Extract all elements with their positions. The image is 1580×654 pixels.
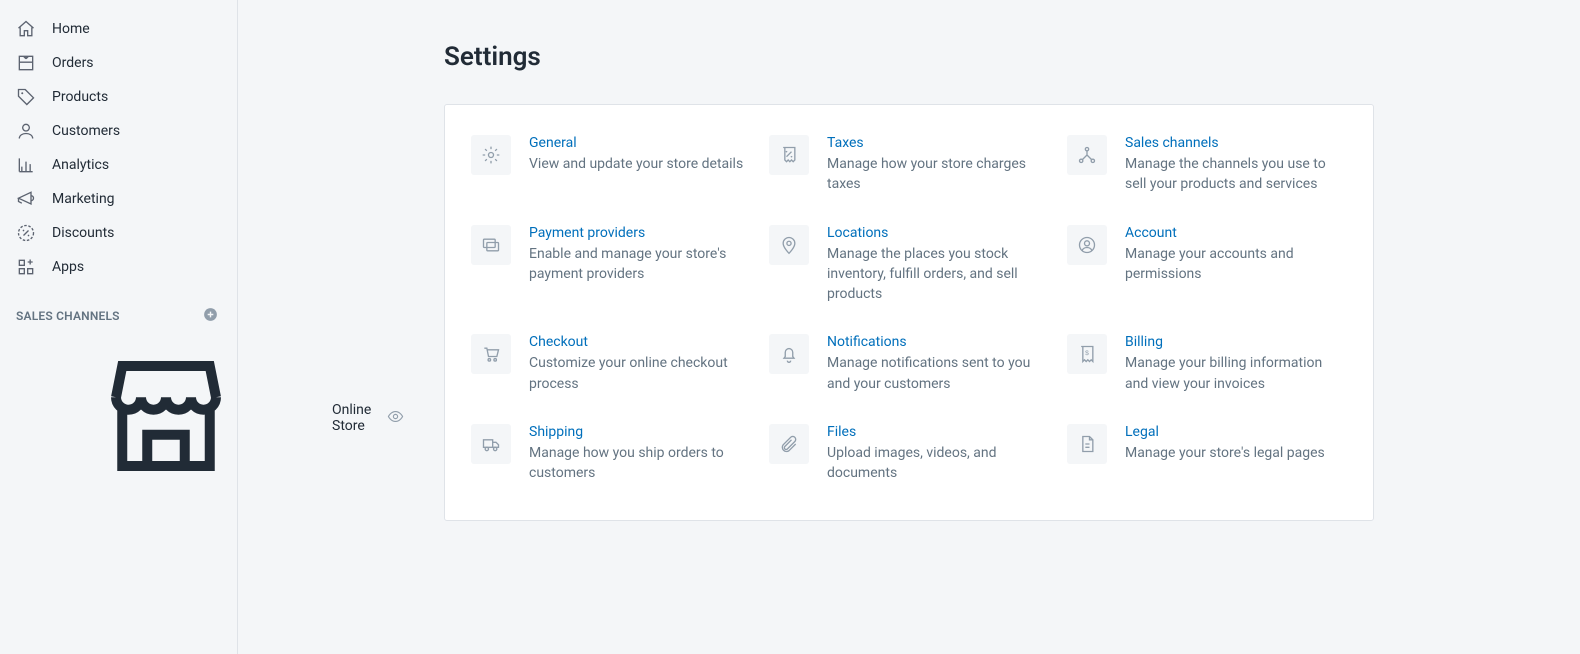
- shipping-icon: [471, 424, 511, 464]
- tile-desc: Upload images, videos, and documents: [827, 443, 1049, 484]
- sidebar-item-label: Home: [52, 21, 90, 37]
- sales-channels-header: SALES CHANNELS: [0, 284, 237, 334]
- add-channel-icon[interactable]: [202, 306, 219, 326]
- checkout-icon: [471, 334, 511, 374]
- taxes-icon: [769, 135, 809, 175]
- tile-desc: Manage the channels you use to sell your…: [1125, 154, 1347, 195]
- sidebar-item-marketing[interactable]: Marketing: [0, 182, 237, 216]
- sidebar-item-label: Orders: [52, 55, 94, 71]
- tile-locations[interactable]: Locations Manage the places you stock in…: [769, 225, 1049, 305]
- legal-icon: [1067, 424, 1107, 464]
- tile-desc: Manage how you ship orders to customers: [529, 443, 751, 484]
- tile-title: Billing: [1125, 334, 1347, 350]
- tile-taxes[interactable]: Taxes Manage how your store charges taxe…: [769, 135, 1049, 195]
- main: Settings General View and update your st…: [238, 0, 1580, 654]
- sidebar-item-label: Products: [52, 89, 108, 105]
- tile-desc: Manage the places you stock inventory, f…: [827, 244, 1049, 305]
- apps-icon: [16, 257, 36, 277]
- tile-sales-channels[interactable]: Sales channels Manage the channels you u…: [1067, 135, 1347, 195]
- tile-general[interactable]: General View and update your store detai…: [471, 135, 751, 195]
- sidebar-item-label: Customers: [52, 123, 120, 139]
- customers-icon: [16, 121, 36, 141]
- tile-desc: Enable and manage your store's payment p…: [529, 244, 751, 285]
- sidebar-item-apps[interactable]: Apps: [0, 250, 237, 284]
- sidebar-item-online-store[interactable]: Online Store: [0, 334, 237, 502]
- tile-desc: Manage your store's legal pages: [1125, 443, 1325, 463]
- files-icon: [769, 424, 809, 464]
- tile-payment-providers[interactable]: Payment providers Enable and manage your…: [471, 225, 751, 305]
- sidebar-item-discounts[interactable]: Discounts: [0, 216, 237, 250]
- sidebar-item-label: Marketing: [52, 191, 115, 207]
- sidebar: Home Orders Products Customers Analytics…: [0, 0, 238, 654]
- tile-desc: Customize your online checkout process: [529, 353, 751, 394]
- tile-legal[interactable]: Legal Manage your store's legal pages: [1067, 424, 1347, 484]
- tile-notifications[interactable]: Notifications Manage notifications sent …: [769, 334, 1049, 394]
- tile-title: Checkout: [529, 334, 751, 350]
- tile-files[interactable]: Files Upload images, videos, and documen…: [769, 424, 1049, 484]
- home-icon: [16, 19, 36, 39]
- account-icon: [1067, 225, 1107, 265]
- sidebar-item-home[interactable]: Home: [0, 12, 237, 46]
- sales-channels-label: SALES CHANNELS: [16, 309, 120, 323]
- tile-shipping[interactable]: Shipping Manage how you ship orders to c…: [471, 424, 751, 484]
- tile-title: General: [529, 135, 743, 151]
- marketing-icon: [16, 189, 36, 209]
- tile-title: Locations: [827, 225, 1049, 241]
- sidebar-item-customers[interactable]: Customers: [0, 114, 237, 148]
- tile-desc: Manage notifications sent to you and you…: [827, 353, 1049, 394]
- analytics-icon: [16, 155, 36, 175]
- discounts-icon: [16, 223, 36, 243]
- tile-account[interactable]: Account Manage your accounts and permiss…: [1067, 225, 1347, 305]
- sidebar-item-analytics[interactable]: Analytics: [0, 148, 237, 182]
- tile-title: Shipping: [529, 424, 751, 440]
- sidebar-item-label: Apps: [52, 259, 84, 275]
- tile-title: Notifications: [827, 334, 1049, 350]
- tile-title: Legal: [1125, 424, 1325, 440]
- payment-icon: [471, 225, 511, 265]
- page-title: Settings: [444, 42, 1374, 72]
- tile-desc: Manage how your store charges taxes: [827, 154, 1049, 195]
- tile-desc: Manage your accounts and permissions: [1125, 244, 1347, 285]
- tile-title: Taxes: [827, 135, 1049, 151]
- tile-title: Files: [827, 424, 1049, 440]
- sidebar-item-label: Analytics: [52, 157, 109, 173]
- location-icon: [769, 225, 809, 265]
- channels-icon: [1067, 135, 1107, 175]
- tile-title: Sales channels: [1125, 135, 1347, 151]
- products-icon: [16, 87, 36, 107]
- tile-title: Account: [1125, 225, 1347, 241]
- gear-icon: [471, 135, 511, 175]
- tile-billing[interactable]: Billing Manage your billing information …: [1067, 334, 1347, 394]
- sidebar-item-orders[interactable]: Orders: [0, 46, 237, 80]
- settings-card: General View and update your store detai…: [444, 104, 1374, 521]
- tile-checkout[interactable]: Checkout Customize your online checkout …: [471, 334, 751, 394]
- tile-title: Payment providers: [529, 225, 751, 241]
- tile-desc: Manage your billing information and view…: [1125, 353, 1347, 394]
- sidebar-item-products[interactable]: Products: [0, 80, 237, 114]
- bell-icon: [769, 334, 809, 374]
- billing-icon: [1067, 334, 1107, 374]
- tile-desc: View and update your store details: [529, 154, 743, 174]
- orders-icon: [16, 53, 36, 73]
- sidebar-item-label: Discounts: [52, 225, 114, 241]
